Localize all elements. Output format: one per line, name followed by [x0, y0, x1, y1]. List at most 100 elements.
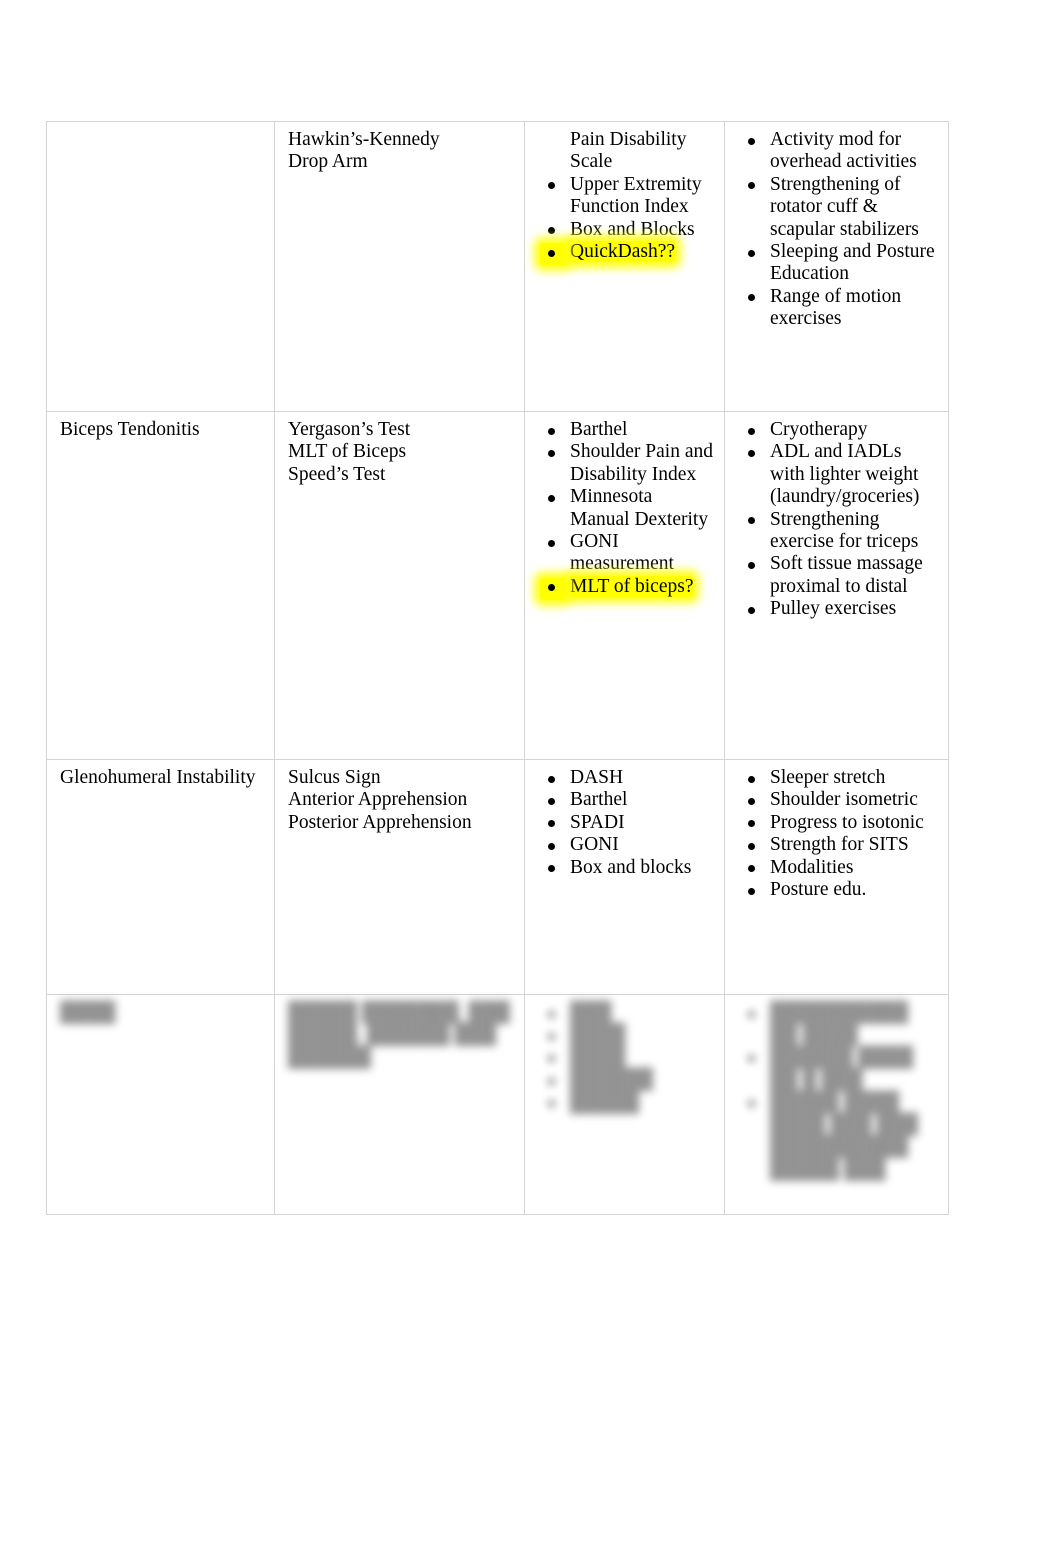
list-item-label: Pain Disability Scale — [570, 129, 687, 173]
list-item-label: Sleeping and Posture Education — [770, 241, 935, 285]
list-item-label: Progress to isotonic — [770, 811, 924, 833]
interventions-list: Sleeper stretch Shoulder isometric Progres… — [738, 767, 939, 901]
list-item-label: GONI measurement — [570, 531, 674, 575]
table-body: Hawkin’s-Kennedy Drop Arm Pain Disability … — [46, 121, 949, 1215]
list-item: Shoulder isometric — [738, 789, 939, 811]
list-item: Upper Extremity Function Index — [538, 174, 715, 219]
special_tests-line: █████ ███████, ███ — [288, 1002, 510, 1023]
cell-condition: Biceps Tendonitis — [46, 411, 275, 760]
list-item: Barthel — [538, 789, 715, 811]
table-row: Glenohumeral Instability Sulcus Sign Anter… — [46, 759, 949, 995]
outcome_measures-list: ███ ████ ████ ██████ █████ — [538, 1002, 715, 1114]
list-item-label: Activity mod for overhead activities — [770, 129, 917, 173]
list-item: ██████████ ██ ████ — [738, 1002, 939, 1047]
table-row: ████ █████ ███████, ███ █████, ██████ ███ █… — [46, 994, 949, 1215]
special_tests-line: Yergason’s Test — [288, 419, 411, 440]
interventions-list: ██████████ ██ ████ ██████ ████ ██ █ ███ ██… — [738, 1002, 939, 1181]
cell-interventions: Cryotherapy ADL and IADLs with lighter we… — [724, 411, 949, 760]
special_tests-line: ██████ — [288, 1046, 371, 1068]
list-item: SPADI — [538, 812, 715, 834]
condition-line: ████ — [60, 1002, 116, 1023]
list-item: Cryotherapy — [738, 419, 939, 441]
list-item: DASH — [538, 767, 715, 789]
cell-special_tests: Sulcus Sign Anterior Apprehension Posterio… — [274, 759, 525, 995]
cell-interventions: Activity mod for overhead activities Stre… — [724, 121, 949, 412]
list-item: Soft tissue massage proximal to distal — [738, 553, 939, 598]
list-item-label: MLT of biceps? — [570, 575, 694, 597]
cell-interventions: ██████████ ██ ████ ██████ ████ ██ █ ███ ██… — [724, 994, 949, 1215]
list-item-label: Sleeper stretch — [770, 767, 886, 788]
list-item: MLT of biceps? — [538, 575, 715, 600]
list-item: ██████ — [538, 1069, 715, 1091]
special_tests-line: Speed’s Test — [288, 463, 386, 485]
list-item: Progress to isotonic — [738, 812, 939, 834]
list-item: GONI — [538, 834, 715, 856]
highlight-swatch — [540, 577, 566, 600]
special_tests-line: Anterior Apprehension — [288, 789, 468, 811]
list-item: █████ ████ ████ ███ ███ ██████████ █████… — [738, 1092, 939, 1182]
cell-special_tests: █████ ███████, ███ █████, ██████ ███ █████… — [274, 994, 525, 1215]
condition-line: Biceps Tendonitis — [60, 419, 200, 440]
special_tests-line: █████, ██████ ███ — [288, 1024, 497, 1046]
list-item-label: Strengthening of rotator cuff & scapular… — [770, 173, 919, 240]
list-item-label: Shoulder Pain and Disability Index — [570, 441, 713, 485]
list-item-label: Barthel — [570, 419, 628, 440]
special_tests-line: Hawkin’s-Kennedy — [288, 129, 440, 150]
list-item-label: ████ — [570, 1046, 626, 1068]
list-item-label: ADL and IADLs with lighter weight (laund… — [770, 441, 920, 508]
list-item: Range of motion exercises — [738, 286, 939, 331]
list-item: QuickDash?? — [538, 241, 715, 266]
special_tests-line: Posterior Apprehension — [288, 811, 472, 833]
cell-outcome_measures: Barthel Shoulder Pain and Disability Inde… — [524, 411, 725, 760]
special_tests-line: Drop Arm — [288, 151, 368, 173]
list-item: Shoulder Pain and Disability Index — [538, 441, 715, 486]
list-item-label: Minnesota Manual Dexterity — [570, 486, 709, 530]
list-item: Sleeper stretch — [738, 767, 939, 789]
list-item: GONI measurement — [538, 531, 715, 576]
table-row: Biceps Tendonitis Yergason’s Test MLT of B… — [46, 411, 949, 760]
list-item: Box and blocks — [538, 857, 715, 879]
list-item-label: GONI — [570, 834, 619, 856]
cell-special_tests: Yergason’s Test MLT of Biceps Speed’s Test — [274, 411, 525, 760]
list-item-label: Box and blocks — [570, 856, 692, 878]
list-item: Strengthening of rotator cuff & scapular… — [738, 174, 939, 241]
cell-condition: ████ — [46, 994, 275, 1215]
list-item-label: ██████ ████ ██ █ ███ — [770, 1046, 914, 1091]
list-item: Posture edu. — [738, 879, 939, 901]
special_tests-line: MLT of Biceps — [288, 441, 407, 463]
list-item: Sleeping and Posture Education — [738, 241, 939, 286]
special_tests-line: Sulcus Sign — [288, 767, 381, 788]
cell-outcome_measures: DASH Barthel SPADI GONI Box and blocks — [524, 759, 725, 995]
list-item-label: Modalities — [770, 856, 854, 878]
table-row: Hawkin’s-Kennedy Drop Arm Pain Disability … — [46, 121, 949, 412]
list-item-label: ████ — [570, 1024, 626, 1046]
list-item-label: Pulley exercises — [770, 598, 897, 620]
cell-outcome_measures: Pain Disability Scale Upper Extremity Fun… — [524, 121, 725, 412]
interventions-list: Cryotherapy ADL and IADLs with lighter we… — [738, 419, 939, 621]
list-item-label: SPADI — [570, 811, 625, 833]
cell-special_tests: Hawkin’s-Kennedy Drop Arm — [274, 121, 525, 412]
list-item-label: Upper Extremity Function Index — [570, 173, 702, 218]
list-item: Barthel — [538, 419, 715, 441]
cell-condition — [46, 121, 275, 412]
list-item: ████ — [538, 1024, 715, 1046]
list-item: Pain Disability Scale — [538, 129, 715, 174]
list-item-label: ███ — [570, 1002, 612, 1023]
list-item: ████ — [538, 1047, 715, 1069]
list-item-label: Cryotherapy — [770, 419, 868, 440]
document-page: Hawkin’s-Kennedy Drop Arm Pain Disability … — [0, 0, 1062, 1561]
interventions-list: Activity mod for overhead activities Stre… — [738, 129, 939, 331]
conditions-table: Hawkin’s-Kennedy Drop Arm Pain Disability … — [46, 121, 949, 1215]
list-item-label: Strengthening exercise for triceps — [770, 508, 919, 553]
outcome_measures-list: Pain Disability Scale Upper Extremity Fun… — [538, 129, 715, 266]
list-item-label: Barthel — [570, 789, 628, 811]
list-item-label: Shoulder isometric — [770, 789, 918, 811]
list-item-label: Strength for SITS — [770, 834, 909, 856]
list-item-label: Box and Blocks — [570, 218, 695, 240]
list-item-label: ██████ — [570, 1069, 653, 1091]
list-item-label: DASH — [570, 767, 624, 788]
list-item: Activity mod for overhead activities — [738, 129, 939, 174]
highlight-swatch — [540, 243, 566, 266]
list-item-label: Soft tissue massage proximal to distal — [770, 553, 923, 597]
list-item: Minnesota Manual Dexterity — [538, 486, 715, 531]
